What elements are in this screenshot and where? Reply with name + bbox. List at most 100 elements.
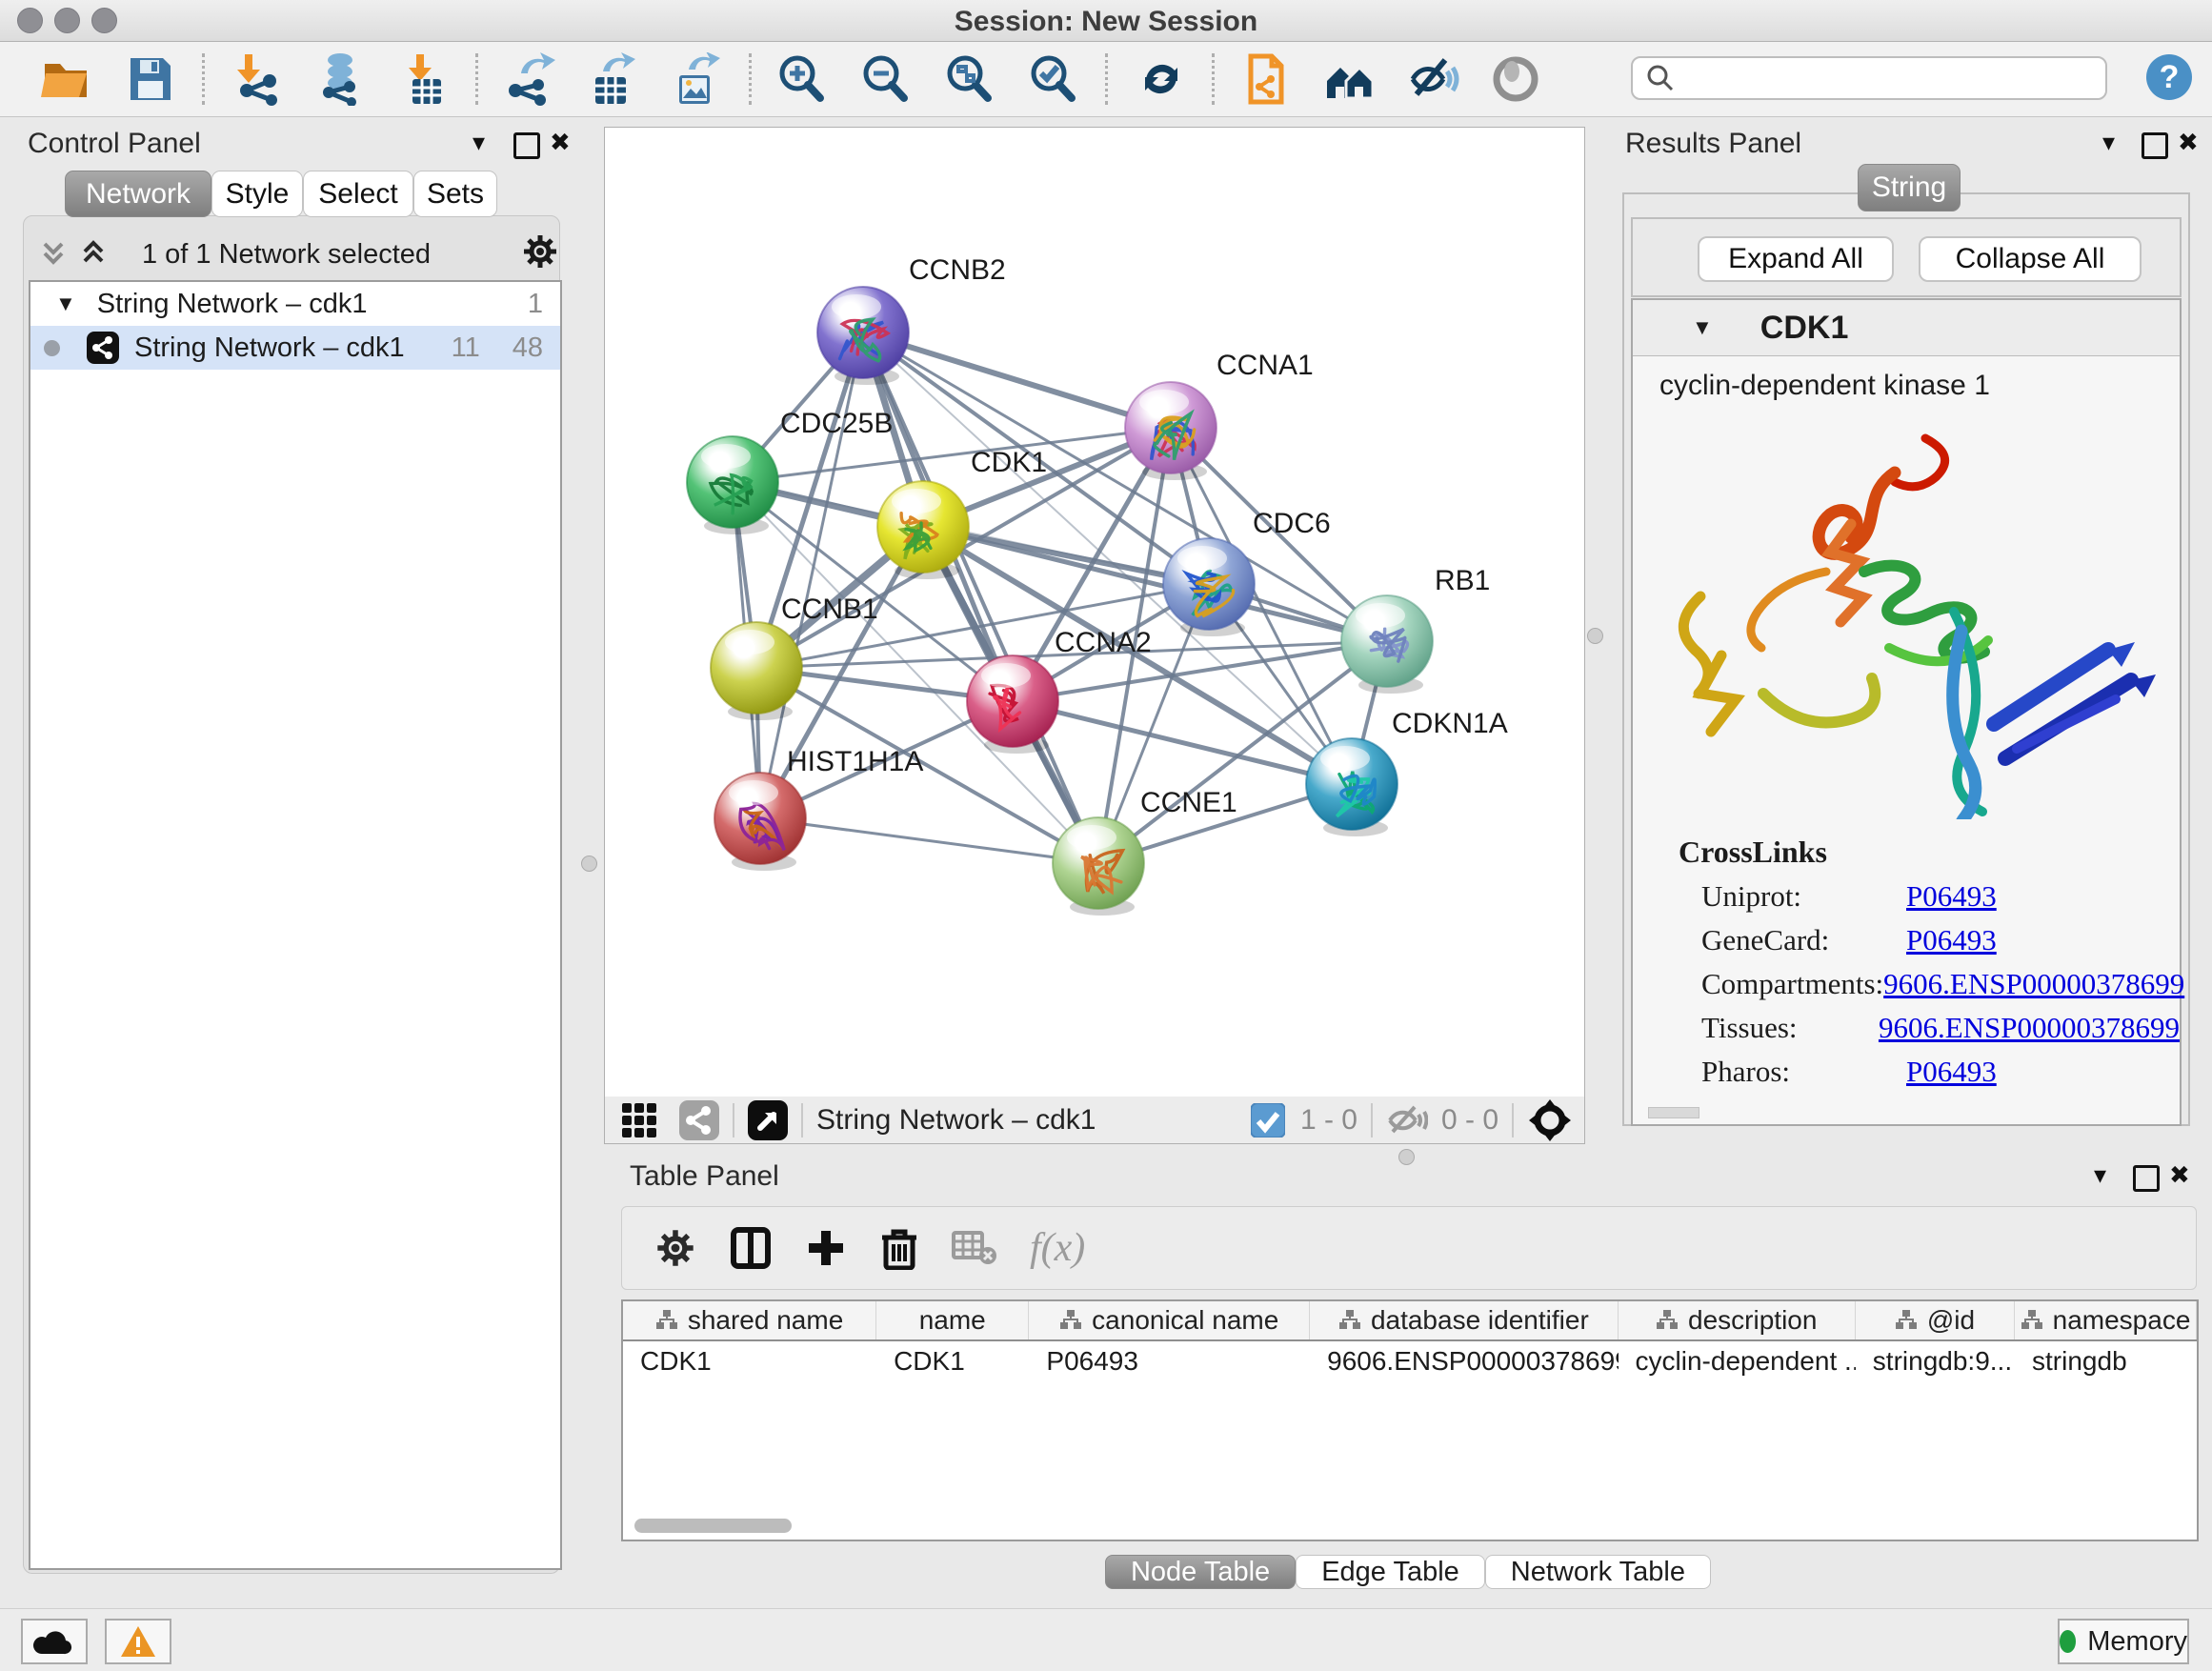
- save-floppy-icon[interactable]: [122, 51, 177, 107]
- open-folder-icon[interactable]: [38, 51, 93, 107]
- network-edge[interactable]: [863, 332, 1098, 863]
- open-in-new-icon[interactable]: [748, 1100, 788, 1140]
- tab-node-table[interactable]: Node Table: [1105, 1555, 1296, 1589]
- crosslink-value-link[interactable]: 9606.ENSP00000378699: [1879, 1011, 2180, 1045]
- warning-button[interactable]: [105, 1619, 171, 1664]
- panel-collapse-icon[interactable]: ▾: [473, 130, 485, 154]
- tab-style[interactable]: Style: [211, 171, 303, 217]
- column-header-shared-name[interactable]: shared name: [623, 1301, 876, 1339]
- birdseye-crosshair-icon[interactable]: [1527, 1097, 1573, 1143]
- crosslink-value-link[interactable]: 9606.ENSP00000378699: [1883, 967, 2184, 1001]
- collapse-triangle-icon[interactable]: ▼: [55, 292, 76, 316]
- network-edge[interactable]: [863, 332, 1171, 428]
- zoom-fit-icon[interactable]: [941, 51, 996, 107]
- network-collection-row[interactable]: ▼ String Network – cdk1 1: [30, 282, 560, 326]
- panel-float-icon[interactable]: [2142, 132, 2168, 164]
- network-node-CCNE1[interactable]: CCNE1: [1053, 787, 1237, 916]
- search-input[interactable]: [1677, 62, 2090, 94]
- panel-close-icon[interactable]: ✖: [550, 130, 571, 154]
- gear-icon[interactable]: [521, 232, 559, 275]
- sphere-icon[interactable]: [1488, 51, 1543, 107]
- table-row[interactable]: CDK1CDK1P064939606.ENSP00000378699cyclin…: [623, 1341, 2197, 1381]
- refresh-icon[interactable]: [1134, 51, 1189, 107]
- network-edge[interactable]: [760, 818, 1098, 863]
- table-cell[interactable]: CDK1: [623, 1341, 876, 1381]
- tab-string[interactable]: String: [1858, 164, 1961, 211]
- column-header-namespace[interactable]: namespace: [2015, 1301, 2197, 1339]
- selected-checkbox-icon[interactable]: [1251, 1103, 1285, 1137]
- network-node-CDKN1A[interactable]: CDKN1A: [1306, 708, 1508, 836]
- export-network-icon[interactable]: [503, 51, 558, 107]
- table-toolbar: f(x): [621, 1206, 2197, 1290]
- table-cell[interactable]: P06493: [1029, 1341, 1310, 1381]
- node-label-CCNB1: CCNB1: [781, 594, 878, 625]
- crosslink-label: Tissues:: [1701, 1011, 1879, 1045]
- table-delete-row-icon[interactable]: [879, 1226, 919, 1270]
- network-graph[interactable]: CCNB2CCNA1CDC25BCDK1CDC6RB1CCNB1CCNA2CDK…: [605, 128, 1584, 1097]
- eye-slash-icon[interactable]: [1406, 51, 1461, 107]
- panel-close-icon[interactable]: ✖: [2169, 1162, 2190, 1187]
- panel-collapse-icon[interactable]: ▾: [2102, 130, 2115, 154]
- export-image-icon[interactable]: [669, 51, 724, 107]
- import-database-icon[interactable]: [314, 51, 370, 107]
- hidden-eye-icon[interactable]: [1386, 1103, 1428, 1137]
- help-icon[interactable]: ?: [2142, 50, 2197, 105]
- grid-view-icon[interactable]: [620, 1101, 658, 1139]
- crosslink-value-link[interactable]: P06493: [1906, 923, 1997, 957]
- right-splitter-handle[interactable]: [1587, 628, 1603, 644]
- import-table-icon[interactable]: [398, 51, 453, 107]
- column-header-description[interactable]: description: [1619, 1301, 1856, 1339]
- memory-button[interactable]: Memory: [2058, 1619, 2189, 1664]
- node-table: shared namenamecanonical namedatabase id…: [621, 1299, 2199, 1541]
- table-cell[interactable]: cyclin-dependent ...: [1619, 1341, 1856, 1381]
- panel-collapse-icon[interactable]: ▾: [2094, 1162, 2106, 1187]
- tab-select[interactable]: Select: [303, 171, 413, 217]
- column-header-name[interactable]: name: [876, 1301, 1029, 1339]
- table-delete-table-icon: [952, 1229, 997, 1267]
- table-cell[interactable]: stringdb: [2015, 1341, 2197, 1381]
- zoom-in-icon[interactable]: [774, 51, 829, 107]
- zoom-selected-icon[interactable]: [1025, 51, 1080, 107]
- left-splitter-handle[interactable]: [581, 856, 597, 872]
- import-network-icon[interactable]: [232, 51, 288, 107]
- hidden-count: 0 - 0: [1441, 1104, 1498, 1137]
- zoom-out-icon[interactable]: [857, 51, 913, 107]
- cloud-button[interactable]: [21, 1619, 88, 1664]
- table-columns-icon[interactable]: [729, 1226, 773, 1270]
- tab-network[interactable]: Network: [65, 171, 211, 217]
- expand-all-button[interactable]: Expand All: [1698, 236, 1894, 282]
- network-row-selected[interactable]: String Network – cdk1 11 48: [30, 326, 560, 370]
- gene-panel-header[interactable]: ▼ CDK1: [1633, 300, 2180, 356]
- panel-close-icon[interactable]: ✖: [2178, 130, 2199, 154]
- houses-icon[interactable]: [1322, 51, 1377, 107]
- panel-float-icon[interactable]: [513, 132, 540, 164]
- network-node-CDC6[interactable]: CDC6: [1163, 508, 1331, 636]
- gene-symbol: CDK1: [1760, 310, 1849, 347]
- table-cell[interactable]: 9606.ENSP00000378699: [1310, 1341, 1618, 1381]
- network-node-RB1[interactable]: RB1: [1341, 565, 1490, 694]
- tab-network-table[interactable]: Network Table: [1485, 1555, 1711, 1589]
- collapse-triangle-icon[interactable]: ▼: [1692, 315, 1713, 340]
- network-node-CCNA2[interactable]: CCNA2: [967, 627, 1152, 754]
- network-node-HIST1H1A[interactable]: HIST1H1A: [714, 746, 923, 871]
- share-view-icon[interactable]: [679, 1100, 719, 1140]
- column-header-database-identifier[interactable]: database identifier: [1310, 1301, 1618, 1339]
- table-cell[interactable]: stringdb:9...: [1856, 1341, 2015, 1381]
- crosslink-value-link[interactable]: P06493: [1906, 1055, 1997, 1089]
- tab-edge-table[interactable]: Edge Table: [1296, 1555, 1485, 1589]
- table-gear-icon[interactable]: [654, 1227, 696, 1269]
- column-header--id[interactable]: @id: [1856, 1301, 2015, 1339]
- document-share-icon[interactable]: [1238, 51, 1294, 107]
- network-node-CCNA1[interactable]: CCNA1: [1125, 350, 1314, 480]
- table-add-icon[interactable]: [805, 1227, 847, 1269]
- inner-scrollbar-thumb[interactable]: [1648, 1107, 1699, 1118]
- column-header-canonical-name[interactable]: canonical name: [1029, 1301, 1310, 1339]
- crosslink-value-link[interactable]: P06493: [1906, 879, 1997, 914]
- tab-sets[interactable]: Sets: [413, 171, 497, 217]
- horizontal-scrollbar-thumb[interactable]: [634, 1519, 792, 1533]
- export-table-icon[interactable]: [585, 51, 640, 107]
- collapse-all-button[interactable]: Collapse All: [1919, 236, 2142, 282]
- network-canvas[interactable]: CCNB2CCNA1CDC25BCDK1CDC6RB1CCNB1CCNA2CDK…: [604, 127, 1585, 1098]
- table-cell[interactable]: CDK1: [876, 1341, 1029, 1381]
- panel-float-icon[interactable]: [2133, 1165, 2160, 1197]
